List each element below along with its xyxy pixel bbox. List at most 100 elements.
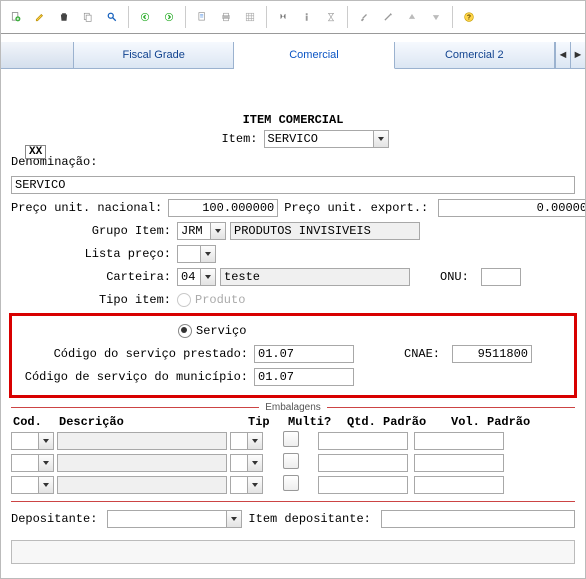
- carteira-desc-field: [220, 268, 410, 286]
- col-tip: Tip: [246, 415, 286, 429]
- label-preco-exp: Preço unit. export.:: [278, 201, 434, 215]
- label-depositante: Depositante:: [11, 512, 103, 526]
- emb-multi-check[interactable]: [283, 475, 299, 491]
- lista-picker[interactable]: [200, 245, 216, 263]
- grupo-picker[interactable]: [210, 222, 226, 240]
- item-field[interactable]: [264, 130, 374, 148]
- down-button[interactable]: [425, 6, 447, 28]
- hourglass-button[interactable]: [320, 6, 342, 28]
- new-button[interactable]: [5, 6, 27, 28]
- label-preco-nac: Preço unit. nacional:: [11, 201, 168, 215]
- form-title: ITEM COMERCIAL: [11, 113, 575, 127]
- label-tipo: Tipo item:: [11, 293, 177, 307]
- radio-servico[interactable]: [178, 324, 192, 338]
- label-onu: ONU:: [410, 270, 475, 284]
- depositante-picker[interactable]: [226, 510, 242, 528]
- emb-cod-picker[interactable]: [38, 476, 54, 494]
- help-button[interactable]: ?: [458, 6, 480, 28]
- tabs: Fiscal Grade Comercial Comercial 2 ◄ ►: [1, 42, 585, 69]
- print-button[interactable]: [215, 6, 237, 28]
- carteira-code-field[interactable]: [177, 268, 201, 286]
- cod-serv-prest-field[interactable]: [254, 345, 354, 363]
- label-cod-serv-prest: Código do serviço prestado:: [18, 347, 254, 361]
- grupo-code-field[interactable]: [177, 222, 211, 240]
- copy-button[interactable]: [77, 6, 99, 28]
- col-vol: Vol. Padrão: [449, 415, 553, 429]
- tab-fiscal-grade[interactable]: Fiscal Grade: [74, 42, 234, 68]
- emb-desc: [57, 454, 227, 472]
- carteira-picker[interactable]: [200, 268, 216, 286]
- servico-highlight: Serviço Código do serviço prestado: CNAE…: [9, 313, 577, 398]
- emb-tip[interactable]: [230, 476, 248, 494]
- tab-comercial[interactable]: Comercial: [234, 42, 394, 69]
- preco-nac-field[interactable]: [168, 199, 278, 217]
- col-cod: Cod.: [11, 415, 57, 429]
- emb-qtd[interactable]: [318, 454, 408, 472]
- radio-produto[interactable]: [177, 293, 191, 307]
- lista-field[interactable]: [177, 245, 201, 263]
- prev-button[interactable]: [134, 6, 156, 28]
- tabs-scroll-right[interactable]: ►: [571, 42, 585, 68]
- delete-button[interactable]: [53, 6, 75, 28]
- col-multi: Multi?: [286, 415, 345, 429]
- col-qtd: Qtd. Padrão: [345, 415, 449, 429]
- emb-tip-picker[interactable]: [247, 432, 263, 450]
- next-button[interactable]: [158, 6, 180, 28]
- emb-cod[interactable]: [11, 476, 39, 494]
- tab-comercial-2[interactable]: Comercial 2: [395, 42, 555, 68]
- label-item-dep: Item depositante:: [242, 512, 376, 526]
- svg-text:?: ?: [467, 15, 471, 22]
- preco-exp-field[interactable]: [438, 199, 586, 217]
- cod-serv-mun-field[interactable]: [254, 368, 354, 386]
- emb-vol[interactable]: [414, 476, 504, 494]
- xx-badge: XX: [25, 145, 46, 159]
- tab-prev-hidden[interactable]: [1, 42, 74, 68]
- cnae-field[interactable]: [452, 345, 532, 363]
- emb-cod-picker[interactable]: [38, 432, 54, 450]
- emb-tip[interactable]: [230, 454, 248, 472]
- onu-field[interactable]: [481, 268, 521, 286]
- emb-tip[interactable]: [230, 432, 248, 450]
- depositante-field[interactable]: [107, 510, 227, 528]
- label-cnae: CNAE:: [354, 347, 446, 361]
- search-button[interactable]: [101, 6, 123, 28]
- emb-multi-check[interactable]: [283, 431, 299, 447]
- label-servico: Serviço: [196, 324, 246, 338]
- wand-button[interactable]: [377, 6, 399, 28]
- tabs-scroll-left[interactable]: ◄: [556, 42, 571, 68]
- emb-vol[interactable]: [414, 432, 504, 450]
- form-area: ITEM COMERCIAL Item: Denominação: Preço …: [1, 69, 585, 574]
- status-bar: [11, 540, 575, 564]
- edit-button[interactable]: [29, 6, 51, 28]
- emb-qtd[interactable]: [318, 432, 408, 450]
- up-button[interactable]: [401, 6, 423, 28]
- emb-multi-check[interactable]: [283, 453, 299, 469]
- embalagens-columns: Cod. Descrição Tip Multi? Qtd. Padrão Vo…: [11, 415, 575, 429]
- emb-desc: [57, 432, 227, 450]
- info-button[interactable]: [296, 6, 318, 28]
- label-item: Item:: [198, 132, 264, 146]
- embalagens-header: Embalagens: [11, 402, 575, 413]
- item-dep-field[interactable]: [381, 510, 575, 528]
- toolbar: ?: [1, 1, 585, 34]
- grupo-desc-field: [230, 222, 420, 240]
- emb-vol[interactable]: [414, 454, 504, 472]
- item-picker[interactable]: [373, 130, 389, 148]
- emb-tip-picker[interactable]: [247, 454, 263, 472]
- label-cod-serv-mun: Código de serviço do município:: [18, 370, 254, 384]
- doc-button[interactable]: [191, 6, 213, 28]
- emb-cod[interactable]: [11, 432, 39, 450]
- emb-qtd[interactable]: [318, 476, 408, 494]
- emb-cod-picker[interactable]: [38, 454, 54, 472]
- emb-tip-picker[interactable]: [247, 476, 263, 494]
- emb-cod[interactable]: [11, 454, 39, 472]
- app-window: ? Fiscal Grade Comercial Comercial 2 ◄ ►…: [0, 0, 586, 579]
- grid-button[interactable]: [239, 6, 261, 28]
- embalagem-row: [11, 431, 575, 451]
- label-grupo: Grupo Item:: [11, 224, 177, 238]
- emb-desc: [57, 476, 227, 494]
- denominacao-field[interactable]: [11, 176, 575, 194]
- brush-button[interactable]: [353, 6, 375, 28]
- label-lista: Lista preço:: [11, 247, 177, 261]
- find-button[interactable]: [272, 6, 294, 28]
